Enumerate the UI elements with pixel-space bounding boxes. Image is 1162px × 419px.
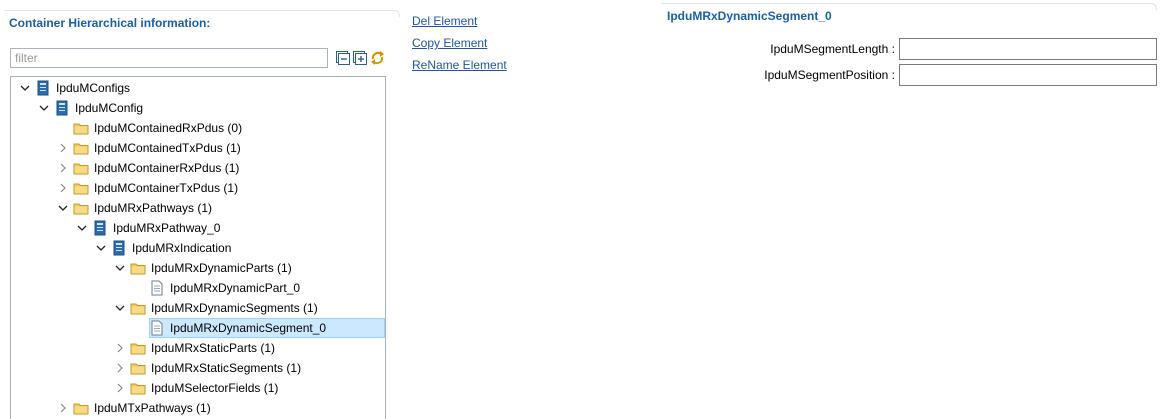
folder-icon (73, 200, 89, 216)
detail-panel-title: IpduMRxDynamicSegment_0 (667, 9, 832, 23)
tree-item-label: IpduMTxPathways (1) (94, 401, 211, 415)
filter-input[interactable] (10, 48, 328, 68)
tree-item-label: IpduMRxIndication (132, 241, 232, 255)
expand-all-icon[interactable] (353, 51, 367, 65)
tree-item-label: IpduMContainerTxPdus (1) (94, 181, 239, 195)
tree-item-label: IpduMSelectorFields (1) (151, 381, 279, 395)
chevron-right-icon[interactable] (114, 342, 126, 354)
tree-item-label: IpduMRxPathways (1) (94, 201, 213, 215)
tree-item[interactable]: IpduMRxDynamicSegment_0 (11, 318, 385, 338)
folder-icon (73, 180, 89, 196)
folder-icon (130, 380, 146, 396)
chevron-right-icon[interactable] (57, 162, 69, 174)
chevron-down-icon[interactable] (114, 302, 126, 314)
chevron-right-icon[interactable] (57, 142, 69, 154)
rename-element-link[interactable]: ReName Element (412, 58, 507, 72)
tree-item[interactable]: IpduMRxIndication (11, 238, 385, 258)
segment-length-label: IpduMSegmentLength : (770, 42, 895, 56)
sync-icon[interactable] (370, 50, 384, 65)
chevron-right-icon[interactable] (57, 182, 69, 194)
container-tree: IpduMConfigs IpduMConfig IpduMContainedRxP… (10, 76, 386, 419)
segment-position-input[interactable] (899, 64, 1157, 86)
panel-title: Container Hierarchical information: (9, 16, 211, 30)
segment-position-label: IpduMSegmentPosition : (764, 68, 895, 82)
tree-item-label: IpduMContainerRxPdus (1) (94, 161, 240, 175)
collapse-all-icon[interactable] (336, 51, 350, 65)
tree-item[interactable]: IpduMConfigs (11, 78, 385, 98)
tree-item-label: IpduMContainedTxPdus (1) (94, 141, 241, 155)
copy-element-link[interactable]: Copy Element (412, 36, 487, 50)
module-icon (92, 220, 108, 236)
folder-icon (73, 160, 89, 176)
tree-item-label: IpduMRxDynamicPart_0 (170, 281, 301, 295)
segment-length-input[interactable] (899, 38, 1157, 60)
tree-item[interactable]: IpduMRxPathway_0 (11, 218, 385, 238)
tree-item[interactable]: IpduMRxStaticSegments (1) (11, 358, 385, 378)
document-icon (149, 280, 165, 296)
tree-item-label: IpduMConfigs (56, 81, 131, 95)
chevron-down-icon[interactable] (114, 262, 126, 274)
tree-item[interactable]: IpduMRxPathways (1) (11, 198, 385, 218)
tree-item[interactable]: IpduMContainerRxPdus (1) (11, 158, 385, 178)
module-icon (35, 80, 51, 96)
chevron-down-icon[interactable] (57, 202, 69, 214)
folder-icon (130, 340, 146, 356)
folder-icon (130, 360, 146, 376)
module-icon (54, 100, 70, 116)
document-icon (149, 320, 165, 336)
chevron-down-icon[interactable] (19, 82, 31, 94)
tree-item[interactable]: IpduMRxDynamicSegments (1) (11, 298, 385, 318)
tree-item[interactable]: IpduMContainerTxPdus (1) (11, 178, 385, 198)
tree-item[interactable]: IpduMTxPathways (1) (11, 398, 385, 418)
folder-icon (130, 260, 146, 276)
container-hierarchy-panel: Container Hierarchical information: Ipdu… (0, 0, 400, 419)
tree-item-label: IpduMRxDynamicSegments (1) (151, 301, 318, 315)
chevron-right-icon[interactable] (114, 362, 126, 374)
folder-icon (73, 140, 89, 156)
chevron-right-icon[interactable] (114, 382, 126, 394)
chevron-down-icon[interactable] (38, 102, 50, 114)
del-element-link[interactable]: Del Element (412, 14, 477, 28)
tree-item-label: IpduMRxDynamicSegment_0 (170, 321, 327, 335)
tree-item[interactable]: IpduMSelectorFields (1) (11, 378, 385, 398)
chevron-right-icon[interactable] (57, 402, 69, 414)
tree-item[interactable]: IpduMRxDynamicPart_0 (11, 278, 385, 298)
tree-item-label: IpduMRxPathway_0 (113, 221, 221, 235)
folder-icon (73, 400, 89, 416)
tree-item[interactable]: IpduMRxDynamicParts (1) (11, 258, 385, 278)
tree-item-label: IpduMContainedRxPdus (0) (94, 121, 243, 135)
tree-item[interactable]: IpduMRxStaticParts (1) (11, 338, 385, 358)
tree-item-label: IpduMRxDynamicParts (1) (151, 261, 292, 275)
tree-item[interactable]: IpduMContainedTxPdus (1) (11, 138, 385, 158)
chevron-down-icon[interactable] (95, 242, 107, 254)
module-icon (111, 240, 127, 256)
folder-icon (130, 300, 146, 316)
tree-item-label: IpduMConfig (75, 101, 144, 115)
tree-item-label: IpduMRxStaticSegments (1) (151, 361, 302, 375)
chevron-down-icon[interactable] (76, 222, 88, 234)
folder-icon (73, 120, 89, 136)
tree-item-label: IpduMRxStaticParts (1) (151, 341, 276, 355)
tree-item[interactable]: IpduMContainedRxPdus (0) (11, 118, 385, 138)
tree-item[interactable]: IpduMConfig (11, 98, 385, 118)
